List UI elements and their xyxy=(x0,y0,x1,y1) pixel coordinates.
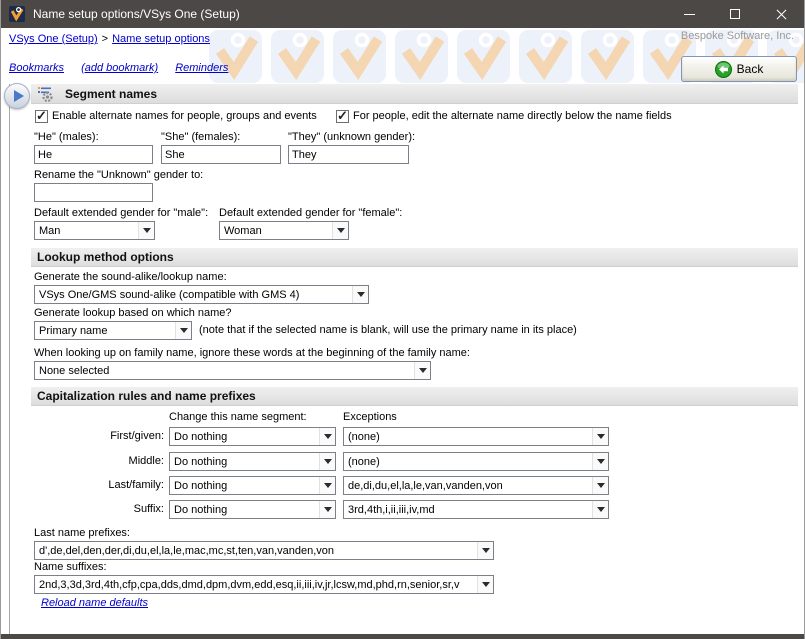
add-bookmark-link[interactable]: (add bookmark) xyxy=(81,62,158,74)
change-segment-column-header: Change this name segment: xyxy=(169,411,307,423)
middle-label: Middle: xyxy=(31,455,164,467)
suffix-label: Suffix: xyxy=(31,503,164,515)
name-suffixes-label: Name suffixes: xyxy=(34,561,107,575)
last-family-exceptions-select[interactable]: de,di,du,el,la,le,van,vanden,von xyxy=(343,476,609,495)
lookup-basis-select[interactable]: Primary name xyxy=(34,321,192,340)
chevron-down-icon xyxy=(592,477,608,494)
rename-unknown-field[interactable] xyxy=(34,183,153,202)
lookup-basis-note: (note that if the selected name is blank… xyxy=(199,324,577,336)
lookup-options-header: Lookup method options xyxy=(31,248,798,267)
minimize-icon xyxy=(684,14,695,15)
vsys-logo-watermark xyxy=(581,30,634,83)
first-given-label: First/given: xyxy=(31,430,164,442)
male-extended-select[interactable]: Man xyxy=(34,221,155,240)
she-field[interactable] xyxy=(161,145,281,164)
minimize-button[interactable] xyxy=(666,0,712,28)
soundalike-select[interactable]: VSys One/GMS sound-alike (compatible wit… xyxy=(34,285,369,304)
chevron-down-icon xyxy=(175,322,191,339)
he-label: "He" (males): xyxy=(34,131,99,145)
chevron-down-icon xyxy=(319,428,335,445)
maximize-icon xyxy=(730,9,740,19)
chevron-down-icon xyxy=(592,428,608,445)
last-family-label: Last/family: xyxy=(31,479,164,491)
play-icon xyxy=(14,90,24,102)
app-icon xyxy=(9,6,25,22)
enable-alternate-names-checkbox[interactable] xyxy=(35,110,48,123)
suffix-exceptions-select[interactable]: 3rd,4th,i,ii,iii,iv,md xyxy=(343,500,609,519)
chevron-down-icon xyxy=(332,222,348,239)
segment-names-header: Segment names xyxy=(31,84,798,104)
edit-alternate-name-label: For people, edit the alternate name dire… xyxy=(353,110,672,124)
chevron-down-icon xyxy=(592,501,608,518)
breadcrumb-current-link[interactable]: Name setup options xyxy=(112,33,210,45)
reminders-link[interactable]: Reminders xyxy=(175,62,228,74)
vsys-logo-watermark xyxy=(271,30,324,83)
breadcrumb-separator: > xyxy=(102,33,108,45)
chevron-down-icon xyxy=(319,501,335,518)
last-family-action-select[interactable]: Do nothing xyxy=(169,476,336,495)
segment-names-title: Segment names xyxy=(65,87,157,101)
vsys-logo-watermark xyxy=(457,30,510,83)
window-controls xyxy=(666,0,804,28)
breadcrumb: VSys One (Setup) > Name setup options xyxy=(9,33,210,45)
vsys-logo-watermark xyxy=(519,30,572,83)
first-given-action-select[interactable]: Do nothing xyxy=(169,427,336,446)
lookup-options-title: Lookup method options xyxy=(37,250,174,264)
ignore-words-label: When looking up on family name, ignore t… xyxy=(34,347,470,361)
bookmarks-link[interactable]: Bookmarks xyxy=(9,62,64,74)
name-suffixes-select[interactable]: 2nd,3,3d,3rd,4th,cfp,cpa,dds,dmd,dpm,dvm… xyxy=(34,575,494,594)
breadcrumb-root-link[interactable]: VSys One (Setup) xyxy=(9,33,98,45)
close-button[interactable] xyxy=(758,0,804,28)
reload-name-defaults-link[interactable]: Reload name defaults xyxy=(41,597,148,609)
back-arrow-icon xyxy=(715,61,732,78)
chevron-down-icon xyxy=(414,362,430,379)
suffix-action-select[interactable]: Do nothing xyxy=(169,500,336,519)
window-bottom-border xyxy=(1,634,805,639)
female-extended-label: Default extended gender for "female": xyxy=(219,207,402,221)
chevron-down-icon xyxy=(477,542,493,559)
last-name-prefixes-label: Last name prefixes: xyxy=(34,527,130,541)
ignore-words-select[interactable]: None selected xyxy=(34,361,431,380)
they-label: "They" (unknown gender): xyxy=(288,131,415,145)
capitalization-title: Capitalization rules and name prefixes xyxy=(37,389,256,403)
enable-alternate-names-label: Enable alternate names for people, group… xyxy=(52,110,317,124)
he-field[interactable] xyxy=(34,145,153,164)
vsys-logo-watermark xyxy=(333,30,386,83)
maximize-button[interactable] xyxy=(712,0,758,28)
back-button[interactable]: Back xyxy=(681,56,797,82)
lookup-basis-label: Generate lookup based on which name? xyxy=(34,307,232,321)
capitalization-header: Capitalization rules and name prefixes xyxy=(31,387,798,406)
bookmark-links: Bookmarks (add bookmark) Reminders xyxy=(9,62,242,74)
vsys-logo-watermark xyxy=(209,30,262,83)
chevron-down-icon xyxy=(138,222,154,239)
they-field[interactable] xyxy=(288,145,409,164)
back-button-label: Back xyxy=(737,62,764,76)
soundalike-label: Generate the sound-alike/lookup name: xyxy=(34,271,227,285)
chevron-down-icon xyxy=(319,453,335,470)
edit-alternate-name-checkbox[interactable] xyxy=(336,110,349,123)
she-label: "She" (females): xyxy=(161,131,240,145)
company-label: Bespoke Software, Inc. xyxy=(681,30,794,42)
exceptions-column-header: Exceptions xyxy=(343,411,397,423)
chevron-down-icon xyxy=(477,576,493,593)
middle-exceptions-select[interactable]: (none) xyxy=(343,452,609,471)
male-extended-label: Default extended gender for "male": xyxy=(34,207,208,221)
application-window: Name setup options/VSys One (Setup) VSys… xyxy=(0,0,805,639)
rename-unknown-label: Rename the "Unknown" gender to: xyxy=(34,169,203,183)
close-icon xyxy=(775,8,788,21)
middle-action-select[interactable]: Do nothing xyxy=(169,452,336,471)
vsys-logo-watermark xyxy=(395,30,448,83)
panel-left-border xyxy=(9,84,10,634)
chevron-down-icon xyxy=(352,286,368,303)
play-nav-button[interactable] xyxy=(4,83,30,109)
chevron-down-icon xyxy=(319,477,335,494)
chevron-down-icon xyxy=(592,453,608,470)
female-extended-select[interactable]: Woman xyxy=(219,221,349,240)
first-given-exceptions-select[interactable]: (none) xyxy=(343,427,609,446)
settings-list-icon xyxy=(37,86,53,102)
window-title: Name setup options/VSys One (Setup) xyxy=(33,7,240,21)
last-name-prefixes-select[interactable]: d',de,del,den,der,di,du,el,la,le,mac,mc,… xyxy=(34,541,494,560)
